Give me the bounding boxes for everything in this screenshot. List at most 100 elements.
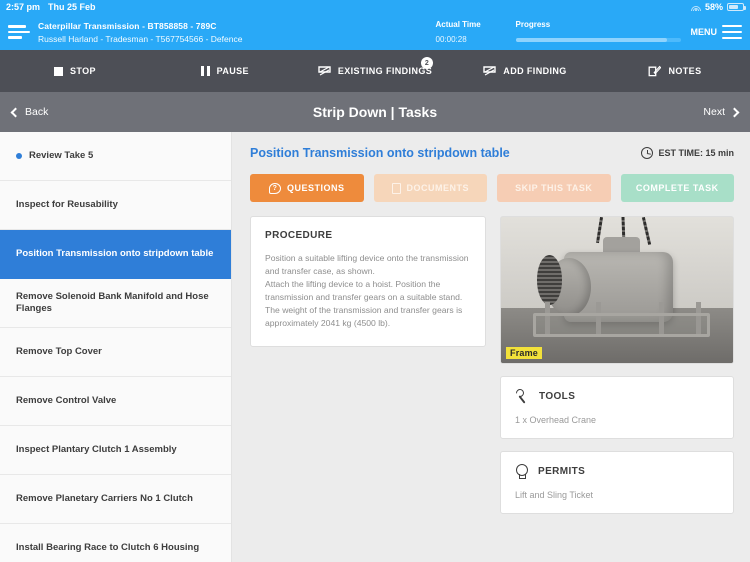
sidebar-item-inspect-plantary-clutch[interactable]: Inspect Plantary Clutch 1 Assembly bbox=[0, 426, 231, 475]
task-label: Inspect Plantary Clutch 1 Assembly bbox=[16, 444, 177, 456]
skip-task-button-label: SKIP THIS TASK bbox=[515, 183, 593, 193]
task-label: Remove Control Valve bbox=[16, 395, 117, 407]
asset-subtitle: Russell Harland - Tradesman - T567754566… bbox=[38, 33, 243, 44]
actual-time-value: 00:00:28 bbox=[435, 35, 467, 44]
documents-button[interactable]: DOCUMENTS bbox=[373, 174, 487, 202]
progress-label: Progress bbox=[515, 20, 551, 29]
photo-stand-frame bbox=[533, 313, 710, 337]
hamburger-menu-icon bbox=[722, 25, 742, 39]
toolbar-item-label: STOP bbox=[70, 66, 96, 76]
sidebar-item-inspect-reusability[interactable]: Inspect for Reusability bbox=[0, 181, 231, 230]
toolbar-item-label: ADD FINDING bbox=[503, 66, 567, 76]
task-label: Position Transmission onto stripdown tab… bbox=[16, 248, 214, 260]
actual-time-label: Actual Time bbox=[435, 20, 481, 29]
document-icon bbox=[391, 182, 401, 194]
menu-button[interactable]: MENU bbox=[690, 25, 742, 39]
toolbar-add-finding-button[interactable]: ADD FINDING bbox=[450, 50, 600, 92]
task-photo[interactable]: Frame bbox=[500, 216, 734, 364]
battery-icon bbox=[727, 3, 746, 11]
status-date: Thu 25 Feb bbox=[48, 2, 96, 12]
task-navbar: Back Strip Down | Tasks Next bbox=[0, 92, 750, 132]
procedure-pane: PROCEDURE Position a suitable lifting de… bbox=[250, 216, 486, 514]
questions-button[interactable]: ? QUESTIONS bbox=[250, 174, 364, 202]
media-pane: Frame TOOLS 1 x Overhead Crane PERMITS L… bbox=[500, 216, 734, 514]
toolbar-item-label: NOTES bbox=[668, 66, 702, 76]
content-area: Review Take 5 Inspect for Reusability Po… bbox=[0, 132, 750, 562]
header-metrics: Actual Time 00:00:28 Progress bbox=[436, 20, 681, 44]
next-button[interactable]: Next bbox=[703, 106, 740, 118]
toolbar-item-label: PAUSE bbox=[216, 66, 249, 76]
status-time: 2:57 pm bbox=[6, 2, 41, 12]
sidebar-item-review-take-5[interactable]: Review Take 5 bbox=[0, 132, 231, 181]
app-header: Caterpillar Transmission - BT858858 - 78… bbox=[0, 14, 750, 50]
task-label: Install Bearing Race to Clutch 6 Housing bbox=[16, 542, 200, 554]
estimated-time: EST TIME: 15 min bbox=[641, 147, 734, 159]
permit-badge-icon bbox=[515, 464, 529, 479]
sidebar-item-install-bearing-race[interactable]: Install Bearing Race to Clutch 6 Housing bbox=[0, 524, 231, 562]
menu-button-label: MENU bbox=[690, 27, 718, 37]
toolbar-notes-button[interactable]: NOTES bbox=[600, 50, 750, 92]
wrench-icon bbox=[515, 389, 530, 404]
tools-body: 1 x Overhead Crane bbox=[515, 415, 597, 425]
hamburger-menu-icon[interactable] bbox=[8, 24, 30, 40]
actual-time-metric: Actual Time 00:00:28 bbox=[436, 20, 516, 44]
sidebar-item-remove-control-valve[interactable]: Remove Control Valve bbox=[0, 377, 231, 426]
skip-task-button[interactable]: SKIP THIS TASK bbox=[497, 174, 611, 202]
sidebar-item-remove-solenoid-bank[interactable]: Remove Solenoid Bank Manifold and Hose F… bbox=[0, 279, 231, 328]
task-detail-panel: Position Transmission onto stripdown tab… bbox=[232, 132, 750, 562]
sidebar-item-remove-planetary-carriers[interactable]: Remove Planetary Carriers No 1 Clutch bbox=[0, 475, 231, 524]
photo-annotation-label: Frame bbox=[506, 347, 543, 359]
task-label: Remove Planetary Carriers No 1 Clutch bbox=[16, 493, 193, 505]
task-list-sidebar[interactable]: Review Take 5 Inspect for Reusability Po… bbox=[0, 132, 232, 562]
findings-flag-icon bbox=[483, 65, 496, 77]
complete-task-button[interactable]: COMPLETE TASK bbox=[620, 174, 734, 202]
clock-icon bbox=[641, 147, 654, 159]
asset-info: Caterpillar Transmission - BT858858 - 78… bbox=[38, 21, 242, 44]
chevron-right-icon bbox=[729, 107, 740, 117]
battery-percent: 58% bbox=[704, 2, 723, 12]
next-button-label: Next bbox=[703, 106, 725, 118]
task-label: Review Take 5 bbox=[29, 150, 94, 162]
page-title: Strip Down | Tasks bbox=[312, 104, 438, 120]
toolbar-pause-button[interactable]: PAUSE bbox=[150, 50, 300, 92]
back-button-label: Back bbox=[25, 106, 49, 118]
tools-header: TOOLS bbox=[515, 389, 719, 404]
procedure-text: Position a suitable lifting device onto … bbox=[265, 253, 469, 329]
permits-heading: PERMITS bbox=[538, 466, 586, 477]
active-task-dot-icon bbox=[16, 153, 22, 159]
wifi-icon bbox=[690, 3, 701, 11]
status-right-cluster: 58% bbox=[690, 2, 746, 12]
permits-card: PERMITS Lift and Sling Ticket bbox=[500, 451, 734, 514]
photo-gear-teeth bbox=[536, 254, 563, 305]
stop-square-icon bbox=[54, 66, 64, 76]
toolbar-stop-button[interactable]: STOP bbox=[0, 50, 150, 92]
progress-bar bbox=[515, 38, 681, 42]
sidebar-item-remove-top-cover[interactable]: Remove Top Cover bbox=[0, 328, 231, 377]
task-detail-title: Position Transmission onto stripdown tab… bbox=[250, 146, 510, 160]
question-bubble-icon: ? bbox=[268, 182, 281, 194]
documents-button-label: DOCUMENTS bbox=[406, 183, 469, 193]
ios-status-bar: 2:57 pm Thu 25 Feb 58% bbox=[0, 0, 750, 14]
action-toolbar: STOP PAUSE EXISTING FINDINGS 2 ADD FINDI… bbox=[0, 50, 750, 92]
note-pencil-icon bbox=[648, 65, 662, 77]
findings-count-badge: 2 bbox=[421, 57, 433, 69]
estimated-time-label: EST TIME: 15 min bbox=[658, 148, 734, 158]
toolbar-item-label: EXISTING FINDINGS bbox=[337, 66, 433, 76]
task-label: Remove Top Cover bbox=[16, 346, 102, 358]
permits-body: Lift and Sling Ticket bbox=[515, 490, 594, 500]
procedure-card: PROCEDURE Position a suitable lifting de… bbox=[250, 216, 486, 348]
questions-button-label: QUESTIONS bbox=[286, 183, 345, 193]
tools-card: TOOLS 1 x Overhead Crane bbox=[500, 376, 734, 439]
task-actions: ? QUESTIONS DOCUMENTS SKIP THIS TASK COM… bbox=[250, 174, 734, 202]
chevron-left-icon bbox=[10, 107, 21, 117]
complete-task-button-label: COMPLETE TASK bbox=[635, 183, 719, 193]
task-label: Inspect for Reusability bbox=[16, 199, 118, 211]
sidebar-item-position-transmission[interactable]: Position Transmission onto stripdown tab… bbox=[0, 230, 231, 279]
pause-bars-icon bbox=[201, 66, 210, 76]
app-root: 2:57 pm Thu 25 Feb 58% Caterpillar Trans… bbox=[0, 0, 750, 562]
toolbar-existing-findings-button[interactable]: EXISTING FINDINGS 2 bbox=[300, 50, 450, 92]
tools-heading: TOOLS bbox=[539, 391, 576, 402]
back-button[interactable]: Back bbox=[10, 106, 49, 118]
procedure-heading: PROCEDURE bbox=[265, 230, 333, 241]
permits-header: PERMITS bbox=[515, 464, 719, 479]
